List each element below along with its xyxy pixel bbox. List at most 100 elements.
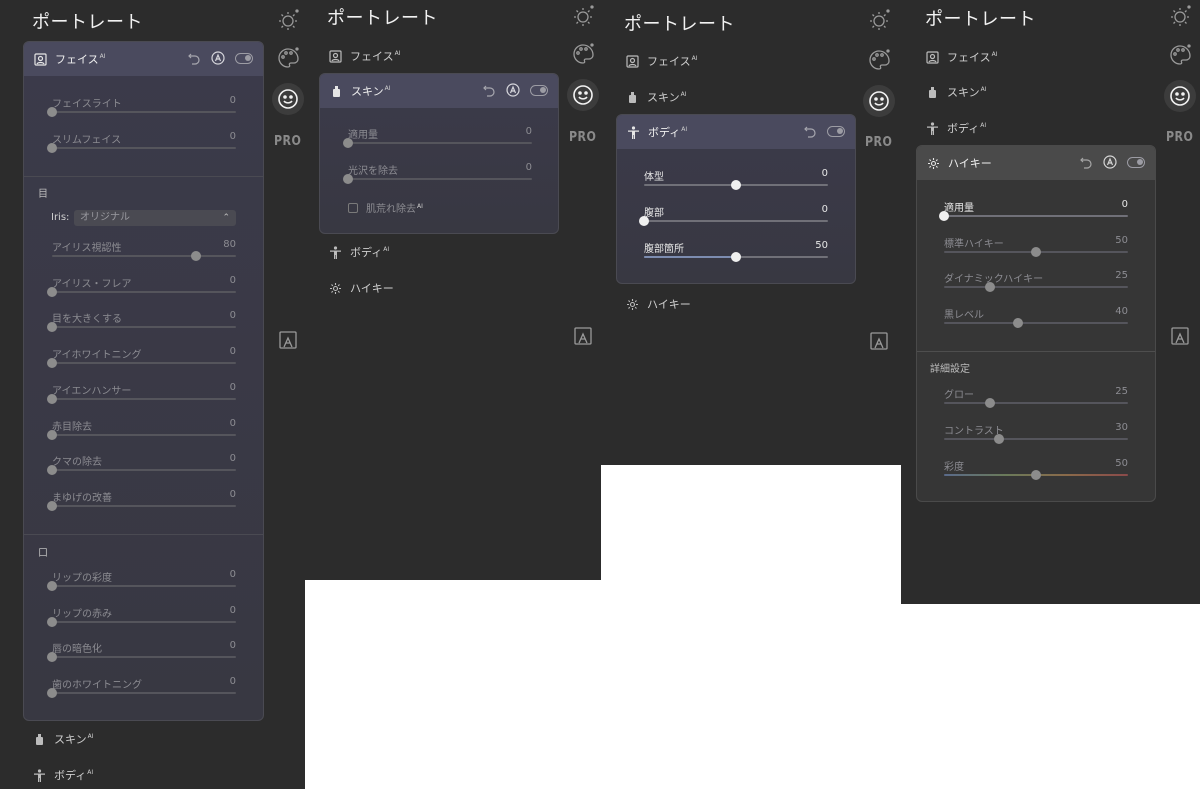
slider-knob[interactable] <box>47 465 57 476</box>
face-card-header[interactable]: フェイスAI <box>24 42 263 76</box>
reset-icon[interactable] <box>187 51 201 65</box>
body-section-row[interactable]: ボディAI <box>33 767 93 783</box>
color-tool-button[interactable] <box>272 42 304 74</box>
body-card-header[interactable]: ボディAI <box>617 115 855 149</box>
slider-track[interactable] <box>644 180 828 190</box>
pro-label[interactable]: PRO <box>865 135 892 150</box>
portrait-frame-button[interactable] <box>863 325 895 357</box>
slider-knob[interactable] <box>731 252 741 262</box>
slider-track[interactable] <box>343 174 532 184</box>
iris-select[interactable]: オリジナル ⌃ <box>74 210 236 226</box>
slider-track[interactable] <box>52 251 236 261</box>
slider-track[interactable] <box>47 465 236 476</box>
slider-track[interactable] <box>47 322 236 333</box>
slider-knob[interactable] <box>639 216 649 226</box>
slider-track[interactable] <box>47 393 236 404</box>
slider-knob[interactable] <box>47 688 57 699</box>
slider-track[interactable] <box>47 358 236 369</box>
slider-knob[interactable] <box>731 180 741 190</box>
portrait-tool-button[interactable] <box>567 79 599 111</box>
slider-track[interactable] <box>944 434 1128 444</box>
enable-toggle[interactable] <box>1127 156 1145 168</box>
slider-knob[interactable] <box>47 286 57 297</box>
highkey-section-row[interactable]: ハイキー <box>626 296 691 312</box>
body-section-row[interactable]: ボディAI <box>926 120 986 136</box>
ai-auto-icon[interactable] <box>506 83 520 97</box>
slider-knob[interactable] <box>47 581 57 591</box>
slider-knob[interactable] <box>939 211 949 221</box>
slider-track[interactable] <box>944 246 1128 257</box>
slider-knob[interactable] <box>47 500 57 511</box>
slider-knob[interactable] <box>1031 246 1041 257</box>
slider-track[interactable] <box>47 286 236 297</box>
pro-label[interactable]: PRO <box>274 134 301 149</box>
enable-toggle[interactable] <box>530 84 548 96</box>
skin-section-row[interactable]: スキンAI <box>33 731 94 747</box>
color-tool-button[interactable] <box>567 38 599 70</box>
skin-section-row[interactable]: スキンAI <box>626 89 687 105</box>
reset-icon[interactable] <box>1079 155 1093 169</box>
highkey-card-header[interactable]: ハイキー <box>917 146 1155 180</box>
portrait-frame-button[interactable] <box>272 324 304 356</box>
slider-track[interactable] <box>644 252 828 262</box>
slider-knob[interactable] <box>47 429 57 440</box>
slider-track[interactable] <box>944 470 1128 480</box>
pro-label[interactable]: PRO <box>569 130 596 145</box>
face-section-row[interactable]: フェイスAI <box>926 49 998 65</box>
slider-track[interactable] <box>939 211 1128 221</box>
body-section-row[interactable]: ボディAI <box>329 244 389 260</box>
light-tool-button[interactable] <box>863 4 895 36</box>
face-section-row[interactable]: フェイスAI <box>626 53 698 69</box>
slider-knob[interactable] <box>47 143 57 153</box>
skin-blemish-checkbox[interactable]: 肌荒れ除去AI <box>348 200 423 215</box>
slider-track[interactable] <box>47 652 236 663</box>
color-tool-button[interactable] <box>1164 39 1196 71</box>
slider-knob[interactable] <box>47 616 57 627</box>
slider-track[interactable] <box>944 398 1128 408</box>
pro-label[interactable]: PRO <box>1166 130 1193 145</box>
enable-toggle[interactable] <box>235 52 253 64</box>
highkey-section-row[interactable]: ハイキー <box>329 280 394 296</box>
light-tool-button[interactable] <box>272 4 304 36</box>
slider-track[interactable] <box>944 282 1128 292</box>
light-tool-button[interactable] <box>567 0 599 32</box>
portrait-frame-button[interactable] <box>567 320 599 352</box>
slider-track[interactable] <box>47 143 236 153</box>
slider-knob[interactable] <box>47 358 57 369</box>
checkbox-box[interactable] <box>348 202 358 213</box>
slider-knob[interactable] <box>47 393 57 404</box>
slider-track[interactable] <box>639 216 828 226</box>
slider-knob[interactable] <box>1031 470 1041 480</box>
slider-track[interactable] <box>47 616 236 627</box>
slider-knob[interactable] <box>343 138 353 148</box>
slider-track[interactable] <box>47 107 236 117</box>
ai-auto-icon[interactable] <box>211 51 225 65</box>
skin-section-row[interactable]: スキンAI <box>926 84 987 100</box>
slider-knob[interactable] <box>343 174 353 184</box>
light-tool-button[interactable] <box>1164 0 1196 32</box>
slider-track[interactable] <box>343 138 532 148</box>
ai-auto-icon[interactable] <box>1103 155 1117 169</box>
slider-knob[interactable] <box>47 322 57 333</box>
portrait-tool-button[interactable] <box>1164 80 1196 112</box>
color-tool-button[interactable] <box>863 44 895 76</box>
reset-icon[interactable] <box>803 124 817 138</box>
face-section-row[interactable]: フェイスAI <box>329 48 401 64</box>
slider-track[interactable] <box>47 500 236 511</box>
skin-card-header[interactable]: スキンAI <box>320 74 558 108</box>
slider-knob[interactable] <box>47 652 57 663</box>
slider-track[interactable] <box>47 688 236 699</box>
slider-knob[interactable] <box>190 251 201 261</box>
slider-track[interactable] <box>944 317 1128 328</box>
slider-track[interactable] <box>47 581 236 591</box>
slider-knob[interactable] <box>1012 317 1023 328</box>
slider-knob[interactable] <box>985 398 995 408</box>
slider-track[interactable] <box>47 429 236 440</box>
reset-icon[interactable] <box>482 83 496 97</box>
portrait-tool-button[interactable] <box>272 83 304 115</box>
portrait-frame-button[interactable] <box>1164 320 1196 352</box>
slider-knob[interactable] <box>985 282 995 292</box>
enable-toggle[interactable] <box>827 125 845 137</box>
slider-knob[interactable] <box>47 107 57 117</box>
portrait-tool-button[interactable] <box>863 85 895 117</box>
